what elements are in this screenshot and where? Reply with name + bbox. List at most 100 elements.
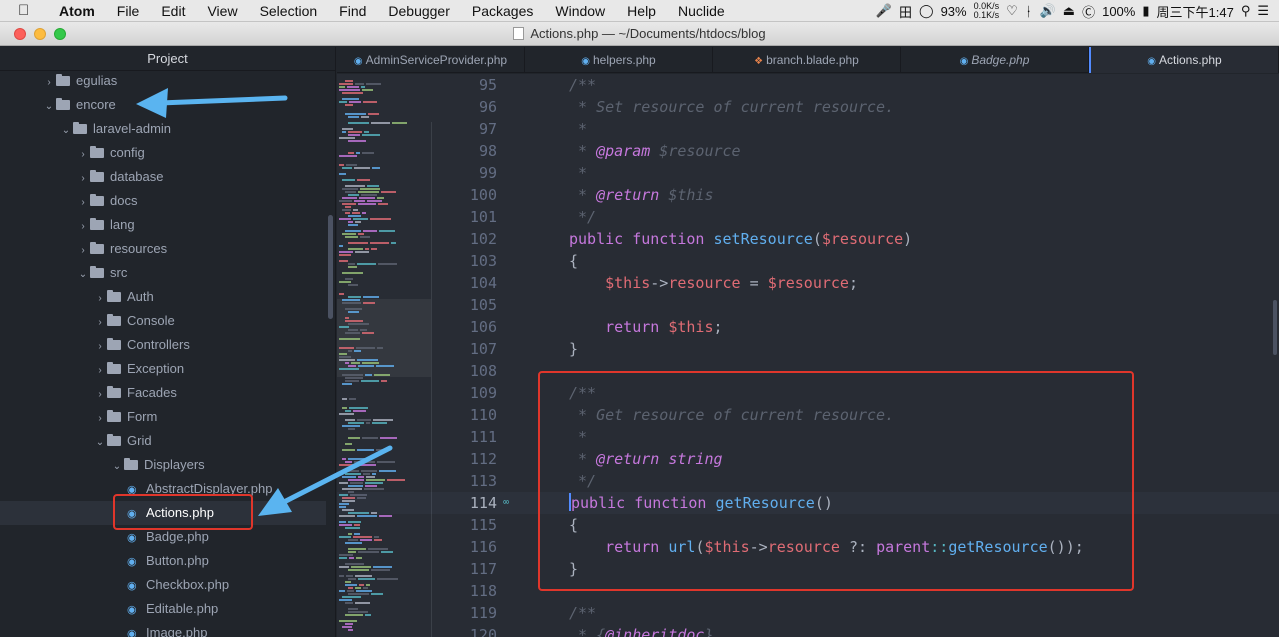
menu-edit[interactable]: Edit <box>150 3 196 19</box>
menu-selection[interactable]: Selection <box>249 3 329 19</box>
project-tree-panel: Project › egulias ⌄ encore ⌄ laravel-admin › co… <box>0 47 336 637</box>
code-line[interactable]: 95 /** <box>337 74 1279 96</box>
fold-marker-icon[interactable]: ∞ <box>503 492 509 514</box>
code-line[interactable]: 99 * <box>337 162 1279 184</box>
chevron-right-icon[interactable]: › <box>93 407 107 431</box>
chevron-right-icon[interactable]: › <box>76 215 90 239</box>
menu-help[interactable]: Help <box>616 3 667 19</box>
tree-folder-form[interactable]: › Form <box>0 405 326 429</box>
code-line[interactable]: 97 * <box>337 118 1279 140</box>
doc-comment: * Set resource of current resource. <box>569 98 895 116</box>
minimize-window-button[interactable] <box>34 28 46 40</box>
close-window-button[interactable] <box>14 28 26 40</box>
menu-atom[interactable]: Atom <box>48 3 106 19</box>
code-line[interactable]: 103 { <box>337 250 1279 272</box>
microphone-icon[interactable]: 🎤 <box>876 3 892 19</box>
eject-icon[interactable]: ⏏ <box>1063 3 1075 19</box>
code-line[interactable]: 120 * {@inheritdoc} <box>337 624 1279 637</box>
apple-icon[interactable]:  <box>18 2 40 19</box>
tree-folder-console[interactable]: › Console <box>0 309 326 333</box>
chevron-right-icon[interactable]: › <box>93 335 107 359</box>
tree-file-editable-php[interactable]: ◉ Editable.php <box>0 597 326 621</box>
chevron-right-icon[interactable]: › <box>42 71 56 95</box>
chevron-right-icon[interactable]: › <box>76 191 90 215</box>
tab-badge[interactable]: ◉ Badge.php <box>901 47 1089 73</box>
menu-find[interactable]: Find <box>328 3 377 19</box>
bluetooth-icon[interactable]: ᚽ <box>1025 4 1033 19</box>
notification-center-icon[interactable]: ☰ <box>1257 3 1269 19</box>
tree-scrollbar[interactable] <box>328 215 333 319</box>
menu-nuclide[interactable]: Nuclide <box>667 3 736 19</box>
tree-file-image-php[interactable]: ◉ Image.php <box>0 621 326 637</box>
tab-helpers[interactable]: ◉ helpers.php <box>525 47 713 73</box>
menu-view[interactable]: View <box>196 3 248 19</box>
code-line[interactable]: 96 * Set resource of current resource. <box>337 96 1279 118</box>
chevron-right-icon[interactable]: › <box>76 167 90 191</box>
tree-folder-laravel-admin[interactable]: ⌄ laravel-admin <box>0 117 326 141</box>
tab-admin-service-provider[interactable]: ◉ AdminServiceProvider.php <box>337 47 525 73</box>
chevron-right-icon[interactable]: › <box>76 239 90 263</box>
code-line[interactable]: 104 $this->resource = $resource; <box>337 272 1279 294</box>
tree-folder-docs[interactable]: › docs <box>0 189 326 213</box>
zoom-window-button[interactable] <box>54 28 66 40</box>
chevron-right-icon[interactable]: › <box>93 383 107 407</box>
tree-folder-egulias[interactable]: › egulias <box>0 69 326 93</box>
code-line[interactable]: 119 /** <box>337 602 1279 624</box>
tree-folder-src[interactable]: ⌄ src <box>0 261 326 285</box>
tree-folder-grid[interactable]: ⌄ Grid <box>0 429 326 453</box>
tree-header[interactable]: Project <box>0 47 335 71</box>
code-line[interactable]: 98 * @param $resource <box>337 140 1279 162</box>
chevron-down-icon[interactable]: ⌄ <box>59 119 73 143</box>
tree-folder-resources[interactable]: › resources <box>0 237 326 261</box>
tree-folder-exception[interactable]: › Exception <box>0 357 326 381</box>
wifi-icon[interactable]: ♡ <box>1006 3 1018 19</box>
chevron-down-icon[interactable]: ⌄ <box>42 95 56 119</box>
menu-debugger[interactable]: Debugger <box>377 3 461 19</box>
chevron-right-icon[interactable]: › <box>93 359 107 383</box>
code-line[interactable]: 100 * @return $this <box>337 184 1279 206</box>
tree-folder-encore[interactable]: ⌄ encore <box>0 93 326 117</box>
chevron-down-icon[interactable]: ⌄ <box>110 455 124 479</box>
menu-file[interactable]: File <box>106 3 151 19</box>
tree-folder-config[interactable]: › config <box>0 141 326 165</box>
volume-icon[interactable]: 🔊 <box>1040 3 1056 19</box>
tree-folder-lang[interactable]: › lang <box>0 213 326 237</box>
chevron-down-icon[interactable]: ⌄ <box>76 263 90 287</box>
chevron-right-icon[interactable]: › <box>93 287 107 311</box>
search-icon[interactable]: ⚲ <box>1241 3 1251 19</box>
tree-file-button-php[interactable]: ◉ Button.php <box>0 549 326 573</box>
battery-icon[interactable]: ▮ <box>1142 3 1149 19</box>
tab-actions[interactable]: ◉ Actions.php <box>1089 47 1279 73</box>
code-line[interactable]: 101 */ <box>337 206 1279 228</box>
chevron-right-icon[interactable]: › <box>76 143 90 167</box>
code-line[interactable]: 105 <box>337 294 1279 316</box>
tree-file-checkbox-php[interactable]: ◉ Checkbox.php <box>0 573 326 597</box>
menu-window[interactable]: Window <box>544 3 616 19</box>
clock[interactable]: 周三下午1:47 <box>1157 2 1234 21</box>
function-name: setResource <box>713 230 813 248</box>
app-s-icon[interactable]: Ⓒ <box>1082 2 1095 21</box>
tree-folder-auth[interactable]: › Auth <box>0 285 326 309</box>
tree-item-label: src <box>110 265 128 280</box>
tree-item-label: Form <box>127 409 158 424</box>
cpu-ring-icon[interactable]: ◯ <box>919 3 934 19</box>
chevron-right-icon[interactable]: › <box>93 311 107 335</box>
chevron-down-icon[interactable]: ⌄ <box>93 431 107 455</box>
code-line[interactable]: 106 return $this; <box>337 316 1279 338</box>
tree-folder-displayers[interactable]: ⌄ Displayers <box>0 453 326 477</box>
operator: -> <box>650 274 669 292</box>
editor-scrollbar[interactable] <box>1273 300 1277 355</box>
code-line[interactable]: 102 public function setResource($resource… <box>337 228 1279 250</box>
code-line[interactable]: 107} <box>337 338 1279 360</box>
tree-item-label: Grid <box>127 433 152 448</box>
tab-branch-blade[interactable]: ❖ branch.blade.php <box>713 47 901 73</box>
menu-bar:  Atom File Edit View Selection Find Deb… <box>0 0 1279 22</box>
menu-packages[interactable]: Packages <box>461 3 544 19</box>
input-method-icon[interactable]: 田 <box>899 2 912 21</box>
tree-item-label: egulias <box>76 73 118 88</box>
tree-folder-facades[interactable]: › Facades <box>0 381 326 405</box>
tree-folder-database[interactable]: › database <box>0 165 326 189</box>
tree-folder-controllers[interactable]: › Controllers <box>0 333 326 357</box>
network-speed[interactable]: 0.0K/s 0.1K/s <box>974 2 1000 20</box>
line-number: 114 <box>469 494 497 512</box>
